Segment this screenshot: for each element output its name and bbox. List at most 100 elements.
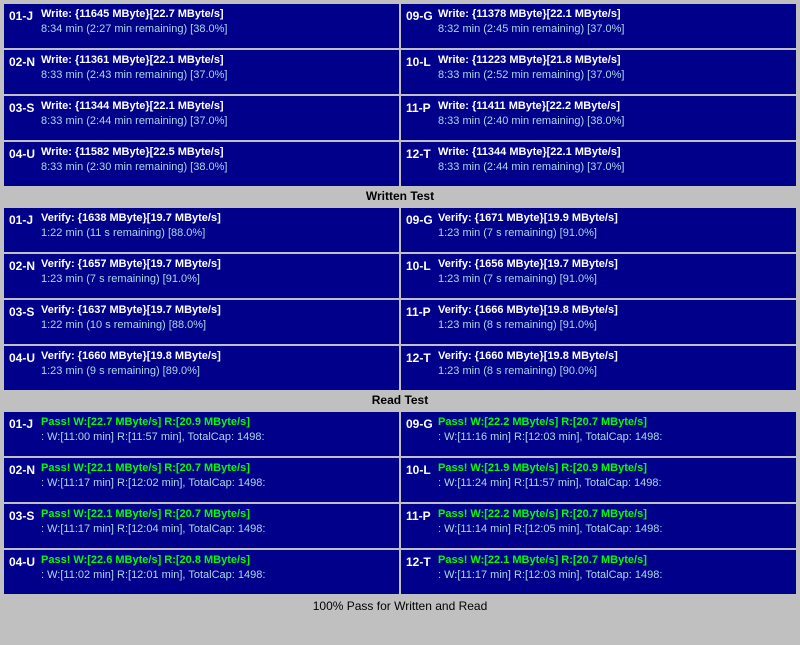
- read-line2-01j: : W:[11:00 min] R:[11:57 min], TotalCap:…: [41, 430, 394, 445]
- verify-line2-04u: 1:23 min (9 s remaining) [89.0%]: [41, 364, 394, 379]
- verify-id-10l: 10-L: [406, 257, 434, 273]
- read-line1-10l: Pass! W:[21.9 MByte/s] R:[20.9 MByte/s]: [438, 461, 791, 476]
- written-test-label: Written Test: [4, 186, 796, 206]
- drive-id-10l: 10-L: [406, 53, 434, 69]
- verify-line2-10l: 1:23 min (7 s remaining) [91.0%]: [438, 272, 791, 287]
- read-id-12t: 12-T: [406, 553, 434, 569]
- read-cell-02n: 02-N Pass! W:[22.1 MByte/s] R:[20.7 MByt…: [4, 458, 399, 502]
- write-line2-02n: 8:33 min (2:43 min remaining) [37.0%]: [41, 68, 394, 83]
- write-line1-03s: Write: {11344 MByte}[22.1 MByte/s]: [41, 99, 394, 114]
- read-section: 01-J Pass! W:[22.7 MByte/s] R:[20.9 MByt…: [4, 412, 796, 618]
- drive-id-12t: 12-T: [406, 145, 434, 161]
- read-line2-03s: : W:[11:17 min] R:[12:04 min], TotalCap:…: [41, 522, 394, 537]
- verify-id-09g: 09-G: [406, 211, 434, 227]
- drive-id-02n: 02-N: [9, 53, 37, 69]
- read-id-01j: 01-J: [9, 415, 37, 431]
- read-cell-12t: 12-T Pass! W:[22.1 MByte/s] R:[20.7 MByt…: [401, 550, 796, 594]
- read-line1-12t: Pass! W:[22.1 MByte/s] R:[20.7 MByte/s]: [438, 553, 791, 568]
- write-line1-01j: Write: {11645 MByte}[22.7 MByte/s]: [41, 7, 394, 22]
- verify-line1-02n: Verify: {1657 MByte}[19.7 MByte/s]: [41, 257, 394, 272]
- verify-line2-11p: 1:23 min (8 s remaining) [91.0%]: [438, 318, 791, 333]
- verify-id-03s: 03-S: [9, 303, 37, 319]
- write-cell-01j: 01-J Write: {11645 MByte}[22.7 MByte/s] …: [4, 4, 399, 48]
- read-content-01j: Pass! W:[22.7 MByte/s] R:[20.9 MByte/s] …: [41, 415, 394, 446]
- write-section: 01-J Write: {11645 MByte}[22.7 MByte/s] …: [4, 4, 796, 206]
- read-content-03s: Pass! W:[22.1 MByte/s] R:[20.7 MByte/s] …: [41, 507, 394, 538]
- write-cell-09g: 09-G Write: {11378 MByte}[22.1 MByte/s] …: [401, 4, 796, 48]
- write-line1-09g: Write: {11378 MByte}[22.1 MByte/s]: [438, 7, 791, 22]
- read-content-09g: Pass! W:[22.2 MByte/s] R:[20.7 MByte/s] …: [438, 415, 791, 446]
- write-content-12t: Write: {11344 MByte}[22.1 MByte/s] 8:33 …: [438, 145, 791, 176]
- verify-content-11p: Verify: {1666 MByte}[19.8 MByte/s] 1:23 …: [438, 303, 791, 334]
- read-content-04u: Pass! W:[22.6 MByte/s] R:[20.8 MByte/s] …: [41, 553, 394, 584]
- verify-line2-09g: 1:23 min (7 s remaining) [91.0%]: [438, 226, 791, 241]
- drive-id-04u: 04-U: [9, 145, 37, 161]
- write-line2-10l: 8:33 min (2:52 min remaining) [37.0%]: [438, 68, 791, 83]
- read-line2-02n: : W:[11:17 min] R:[12:02 min], TotalCap:…: [41, 476, 394, 491]
- read-cell-04u: 04-U Pass! W:[22.6 MByte/s] R:[20.8 MByt…: [4, 550, 399, 594]
- read-content-11p: Pass! W:[22.2 MByte/s] R:[20.7 MByte/s] …: [438, 507, 791, 538]
- verify-cell-10l: 10-L Verify: {1656 MByte}[19.7 MByte/s] …: [401, 254, 796, 298]
- write-cell-04u: 04-U Write: {11582 MByte}[22.5 MByte/s] …: [4, 142, 399, 186]
- verify-content-04u: Verify: {1660 MByte}[19.8 MByte/s] 1:23 …: [41, 349, 394, 380]
- read-id-02n: 02-N: [9, 461, 37, 477]
- verify-grid: 01-J Verify: {1638 MByte}[19.7 MByte/s] …: [4, 208, 796, 390]
- read-line2-04u: : W:[11:02 min] R:[12:01 min], TotalCap:…: [41, 568, 394, 583]
- write-line2-09g: 8:32 min (2:45 min remaining) [37.0%]: [438, 22, 791, 37]
- read-line2-11p: : W:[11:14 min] R:[12:05 min], TotalCap:…: [438, 522, 791, 537]
- write-line1-12t: Write: {11344 MByte}[22.1 MByte/s]: [438, 145, 791, 160]
- write-line2-01j: 8:34 min (2:27 min remaining) [38.0%]: [41, 22, 394, 37]
- verify-cell-01j: 01-J Verify: {1638 MByte}[19.7 MByte/s] …: [4, 208, 399, 252]
- write-line1-10l: Write: {11223 MByte}[21.8 MByte/s]: [438, 53, 791, 68]
- verify-id-11p: 11-P: [406, 303, 434, 319]
- read-id-11p: 11-P: [406, 507, 434, 523]
- write-line2-12t: 8:33 min (2:44 min remaining) [37.0%]: [438, 160, 791, 175]
- read-line1-11p: Pass! W:[22.2 MByte/s] R:[20.7 MByte/s]: [438, 507, 791, 522]
- verify-id-02n: 02-N: [9, 257, 37, 273]
- verify-cell-02n: 02-N Verify: {1657 MByte}[19.7 MByte/s] …: [4, 254, 399, 298]
- write-cell-11p: 11-P Write: {11411 MByte}[22.2 MByte/s] …: [401, 96, 796, 140]
- verify-content-10l: Verify: {1656 MByte}[19.7 MByte/s] 1:23 …: [438, 257, 791, 288]
- verify-content-02n: Verify: {1657 MByte}[19.7 MByte/s] 1:23 …: [41, 257, 394, 288]
- write-line1-02n: Write: {11361 MByte}[22.1 MByte/s]: [41, 53, 394, 68]
- verify-line1-11p: Verify: {1666 MByte}[19.8 MByte/s]: [438, 303, 791, 318]
- verify-line1-04u: Verify: {1660 MByte}[19.8 MByte/s]: [41, 349, 394, 364]
- read-line1-04u: Pass! W:[22.6 MByte/s] R:[20.8 MByte/s]: [41, 553, 394, 568]
- write-cell-10l: 10-L Write: {11223 MByte}[21.8 MByte/s] …: [401, 50, 796, 94]
- verify-line1-10l: Verify: {1656 MByte}[19.7 MByte/s]: [438, 257, 791, 272]
- verify-cell-03s: 03-S Verify: {1637 MByte}[19.7 MByte/s] …: [4, 300, 399, 344]
- verify-line1-12t: Verify: {1660 MByte}[19.8 MByte/s]: [438, 349, 791, 364]
- verify-line2-01j: 1:22 min (11 s remaining) [88.0%]: [41, 226, 394, 241]
- read-line1-09g: Pass! W:[22.2 MByte/s] R:[20.7 MByte/s]: [438, 415, 791, 430]
- read-test-label: Read Test: [4, 390, 796, 410]
- verify-cell-12t: 12-T Verify: {1660 MByte}[19.8 MByte/s] …: [401, 346, 796, 390]
- read-id-03s: 03-S: [9, 507, 37, 523]
- read-cell-01j: 01-J Pass! W:[22.7 MByte/s] R:[20.9 MByt…: [4, 412, 399, 456]
- verify-line2-12t: 1:23 min (8 s remaining) [90.0%]: [438, 364, 791, 379]
- read-cell-09g: 09-G Pass! W:[22.2 MByte/s] R:[20.7 MByt…: [401, 412, 796, 456]
- verify-content-01j: Verify: {1638 MByte}[19.7 MByte/s] 1:22 …: [41, 211, 394, 242]
- verify-id-01j: 01-J: [9, 211, 37, 227]
- write-line1-04u: Write: {11582 MByte}[22.5 MByte/s]: [41, 145, 394, 160]
- read-line1-01j: Pass! W:[22.7 MByte/s] R:[20.9 MByte/s]: [41, 415, 394, 430]
- drive-id-01j: 01-J: [9, 7, 37, 23]
- read-cell-03s: 03-S Pass! W:[22.1 MByte/s] R:[20.7 MByt…: [4, 504, 399, 548]
- write-line2-11p: 8:33 min (2:40 min remaining) [38.0%]: [438, 114, 791, 129]
- write-cell-03s: 03-S Write: {11344 MByte}[22.1 MByte/s] …: [4, 96, 399, 140]
- write-content-09g: Write: {11378 MByte}[22.1 MByte/s] 8:32 …: [438, 7, 791, 38]
- read-id-10l: 10-L: [406, 461, 434, 477]
- read-line1-03s: Pass! W:[22.1 MByte/s] R:[20.7 MByte/s]: [41, 507, 394, 522]
- verify-content-03s: Verify: {1637 MByte}[19.7 MByte/s] 1:22 …: [41, 303, 394, 334]
- read-id-09g: 09-G: [406, 415, 434, 431]
- verify-section: 01-J Verify: {1638 MByte}[19.7 MByte/s] …: [4, 208, 796, 410]
- drive-id-03s: 03-S: [9, 99, 37, 115]
- verify-line2-02n: 1:23 min (7 s remaining) [91.0%]: [41, 272, 394, 287]
- write-content-01j: Write: {11645 MByte}[22.7 MByte/s] 8:34 …: [41, 7, 394, 38]
- read-id-04u: 04-U: [9, 553, 37, 569]
- verify-line1-03s: Verify: {1637 MByte}[19.7 MByte/s]: [41, 303, 394, 318]
- verify-cell-11p: 11-P Verify: {1666 MByte}[19.8 MByte/s] …: [401, 300, 796, 344]
- drive-id-09g: 09-G: [406, 7, 434, 23]
- write-grid: 01-J Write: {11645 MByte}[22.7 MByte/s] …: [4, 4, 796, 186]
- read-line2-12t: : W:[11:17 min] R:[12:03 min], TotalCap:…: [438, 568, 791, 583]
- read-content-02n: Pass! W:[22.1 MByte/s] R:[20.7 MByte/s] …: [41, 461, 394, 492]
